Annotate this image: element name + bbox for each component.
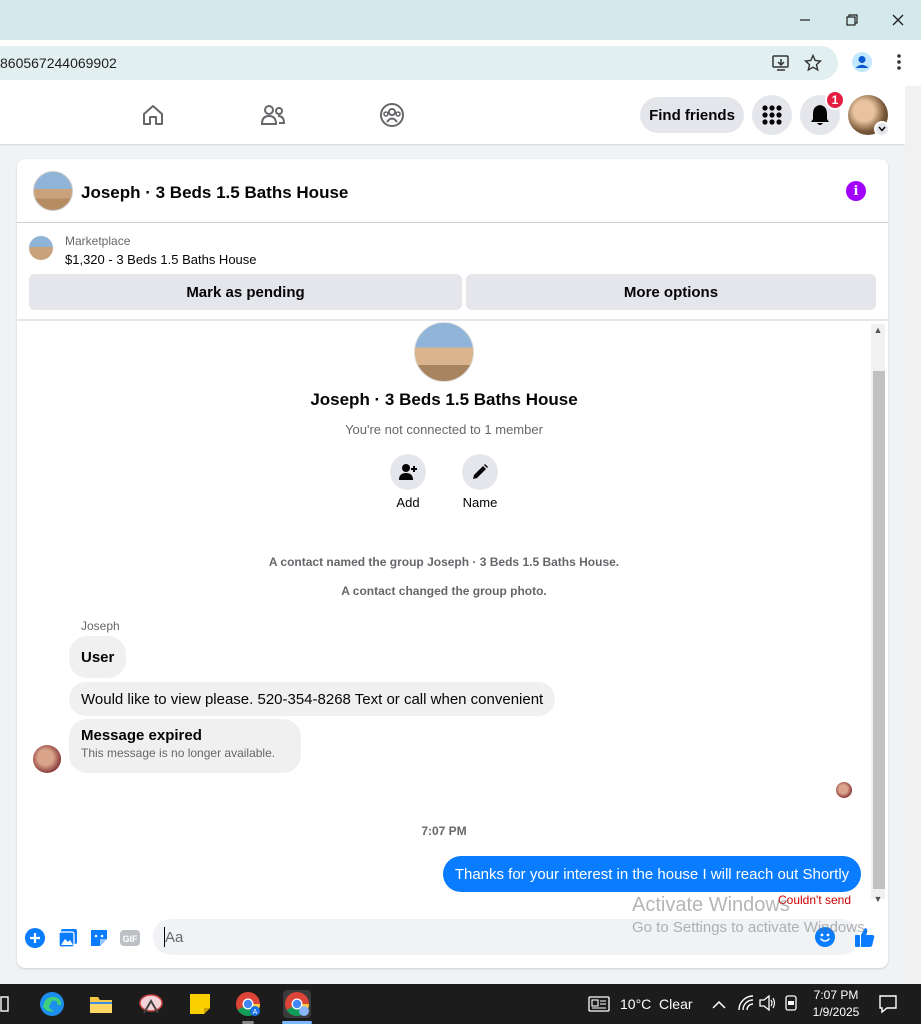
- weather-icon[interactable]: [588, 995, 610, 1018]
- close-icon[interactable]: [883, 6, 913, 34]
- home-icon[interactable]: [138, 100, 168, 130]
- chat-scroll-thumb[interactable]: [873, 371, 885, 889]
- browser-titlebar: [0, 0, 921, 40]
- chrome-profile-icon[interactable]: [283, 990, 311, 1018]
- profile-icon[interactable]: [850, 51, 874, 73]
- message-bubble[interactable]: User: [69, 636, 127, 678]
- bookmark-star-icon[interactable]: [801, 52, 825, 74]
- message-timestamp: 7:07 PM: [421, 824, 467, 838]
- weather-text[interactable]: 10°C Clear: [620, 996, 693, 1012]
- sender-name: Joseph: [81, 619, 120, 633]
- clock-time: 7:07 PM: [813, 988, 859, 1002]
- message-bubble[interactable]: Would like to view please. 520-354-8268 …: [69, 682, 556, 716]
- wifi-icon[interactable]: [737, 995, 755, 1016]
- minimize-icon[interactable]: [790, 6, 820, 34]
- page-scrollbar[interactable]: [905, 86, 921, 984]
- group-photo: [414, 322, 474, 382]
- activation-watermark-subtitle: Go to Settings to activate Windows.: [632, 919, 869, 936]
- friends-icon[interactable]: [258, 100, 288, 130]
- outgoing-message-bubble[interactable]: Thanks for your interest in the house I …: [443, 856, 861, 892]
- plus-icon[interactable]: [24, 927, 46, 949]
- scroll-up-icon[interactable]: ▲: [872, 325, 884, 335]
- connection-status: You're not connected to 1 member: [345, 422, 543, 437]
- url-text[interactable]: 860567244069902: [0, 55, 117, 71]
- notification-center-icon[interactable]: [878, 994, 898, 1019]
- seen-indicator-avatar: [836, 782, 852, 798]
- group-name: Joseph · 3 Beds 1.5 Baths House: [310, 390, 578, 409]
- notification-badge: 1: [825, 90, 845, 110]
- scroll-down-icon[interactable]: ▼: [872, 894, 884, 904]
- volume-icon[interactable]: [759, 994, 777, 1016]
- address-bar[interactable]: 860567244069902: [0, 46, 838, 80]
- more-options-button[interactable]: More options: [466, 274, 876, 310]
- svg-text:A: A: [253, 1009, 258, 1016]
- clock-date: 1/9/2025: [812, 1005, 860, 1019]
- chat-panel: Joseph · 3 Beds 1.5 Baths House i Market…: [17, 159, 888, 968]
- snipping-tool-icon[interactable]: [137, 990, 165, 1018]
- svg-text:GIF: GIF: [123, 934, 139, 944]
- restore-icon[interactable]: [837, 6, 867, 34]
- info-icon[interactable]: i: [846, 181, 866, 201]
- menu-grid-button[interactable]: [752, 95, 792, 135]
- taskbar: A 10°C Clear 7:07 PM 1/9/2025: [0, 984, 921, 1024]
- gif-icon[interactable]: GIF: [119, 927, 141, 949]
- marketplace-label: Marketplace: [65, 234, 131, 248]
- sender-avatar[interactable]: [33, 745, 61, 773]
- task-view-icon[interactable]: [0, 990, 14, 1018]
- browser-toolbar: 860567244069902: [0, 40, 921, 86]
- chrome-icon[interactable]: A: [234, 990, 262, 1018]
- message-placeholder: Aa: [165, 929, 184, 946]
- photo-icon[interactable]: [57, 927, 79, 949]
- activation-watermark-title: Activate Windows: [632, 894, 790, 916]
- mark-as-pending-button[interactable]: Mark as pending: [29, 274, 462, 310]
- expired-message-bubble[interactable]: Message expired This message is no longe…: [69, 719, 301, 773]
- chevron-up-icon[interactable]: [712, 997, 726, 1015]
- menu-dots-icon[interactable]: [887, 51, 911, 73]
- meet-now-icon[interactable]: [784, 995, 800, 1016]
- listing-title[interactable]: $1,320 - 3 Beds 1.5 Baths House: [65, 252, 257, 267]
- expired-title: Message expired: [81, 727, 202, 744]
- sticky-notes-icon[interactable]: [186, 990, 214, 1018]
- listing-thumbnail[interactable]: [29, 236, 53, 260]
- file-explorer-icon[interactable]: [87, 990, 115, 1018]
- add-label: Add: [396, 495, 420, 510]
- add-member-button[interactable]: [390, 454, 426, 490]
- name-group-button[interactable]: [462, 454, 498, 490]
- divider: [17, 319, 888, 321]
- sticker-icon[interactable]: [88, 927, 110, 949]
- grid-icon: [762, 105, 782, 125]
- system-message: A contact named the group Joseph · 3 Bed…: [268, 555, 620, 569]
- groups-icon[interactable]: [377, 100, 407, 130]
- add-person-icon: [399, 464, 417, 480]
- facebook-header: Find friends: [0, 86, 905, 144]
- chat-header: Joseph · 3 Beds 1.5 Baths House i: [17, 159, 888, 223]
- group-avatar[interactable]: [33, 171, 73, 211]
- expired-subtitle: This message is no longer available.: [81, 746, 276, 760]
- chat-title[interactable]: Joseph · 3 Beds 1.5 Baths House: [81, 183, 348, 203]
- edge-browser-icon[interactable]: [38, 990, 66, 1018]
- bell-icon: [811, 105, 829, 125]
- pencil-icon: [473, 464, 488, 479]
- system-message: A contact changed the group photo.: [341, 584, 547, 598]
- system-clock[interactable]: 7:07 PM 1/9/2025: [808, 987, 864, 1021]
- find-friends-button[interactable]: Find friends: [640, 97, 744, 133]
- install-app-icon[interactable]: [769, 52, 793, 74]
- name-label: Name: [462, 495, 498, 510]
- chevron-down-icon[interactable]: [874, 121, 890, 137]
